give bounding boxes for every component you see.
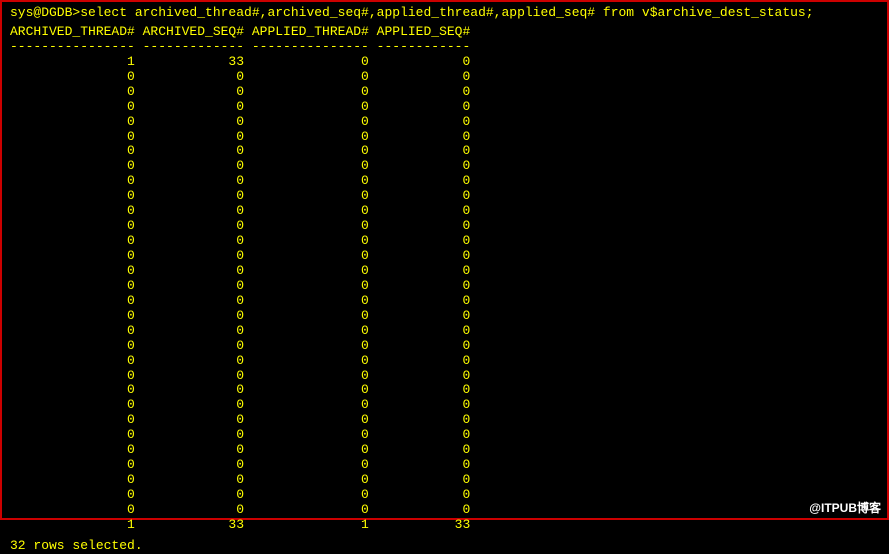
- rows-selected-message: 32 rows selected.: [10, 539, 879, 554]
- table-row: 0 0 0 0: [10, 264, 879, 279]
- table-row: 0 0 0 0: [10, 354, 879, 369]
- column-divider: ---------------- ------------- ---------…: [10, 40, 879, 55]
- table-row: 0 0 0 0: [10, 443, 879, 458]
- table-row: 0 0 0 0: [10, 428, 879, 443]
- terminal-window[interactable]: sys@DGDB>select archived_thread#,archive…: [0, 0, 889, 520]
- table-row: 0 0 0 0: [10, 488, 879, 503]
- table-row: 0 0 0 0: [10, 473, 879, 488]
- table-row: 0 0 0 0: [10, 249, 879, 264]
- table-row: 0 0 0 0: [10, 174, 879, 189]
- sql-prompt-line: sys@DGDB>select archived_thread#,archive…: [10, 6, 879, 21]
- table-row: 0 0 0 0: [10, 339, 879, 354]
- table-row: 0 0 0 0: [10, 398, 879, 413]
- table-row: 0 0 0 0: [10, 144, 879, 159]
- table-row: 1 33 1 33: [10, 518, 879, 533]
- column-headers: ARCHIVED_THREAD# ARCHIVED_SEQ# APPLIED_T…: [10, 25, 879, 40]
- table-row: 0 0 0 0: [10, 294, 879, 309]
- table-row: 0 0 0 0: [10, 115, 879, 130]
- table-row: 0 0 0 0: [10, 413, 879, 428]
- table-row: 0 0 0 0: [10, 279, 879, 294]
- table-row: 0 0 0 0: [10, 70, 879, 85]
- watermark-label: @ITPUB博客: [809, 499, 881, 516]
- table-row: 0 0 0 0: [10, 309, 879, 324]
- table-row: 1 33 0 0: [10, 55, 879, 70]
- table-row: 0 0 0 0: [10, 503, 879, 518]
- table-row: 0 0 0 0: [10, 219, 879, 234]
- table-row: 0 0 0 0: [10, 324, 879, 339]
- table-row: 0 0 0 0: [10, 85, 879, 100]
- table-row: 0 0 0 0: [10, 159, 879, 174]
- table-row: 0 0 0 0: [10, 130, 879, 145]
- result-rows: 1 33 0 0 0 0 0 0 0 0 0 0 0 0: [10, 55, 879, 533]
- table-row: 0 0 0 0: [10, 204, 879, 219]
- table-row: 0 0 0 0: [10, 234, 879, 249]
- table-row: 0 0 0 0: [10, 458, 879, 473]
- table-row: 0 0 0 0: [10, 369, 879, 384]
- table-row: 0 0 0 0: [10, 383, 879, 398]
- table-row: 0 0 0 0: [10, 189, 879, 204]
- table-row: 0 0 0 0: [10, 100, 879, 115]
